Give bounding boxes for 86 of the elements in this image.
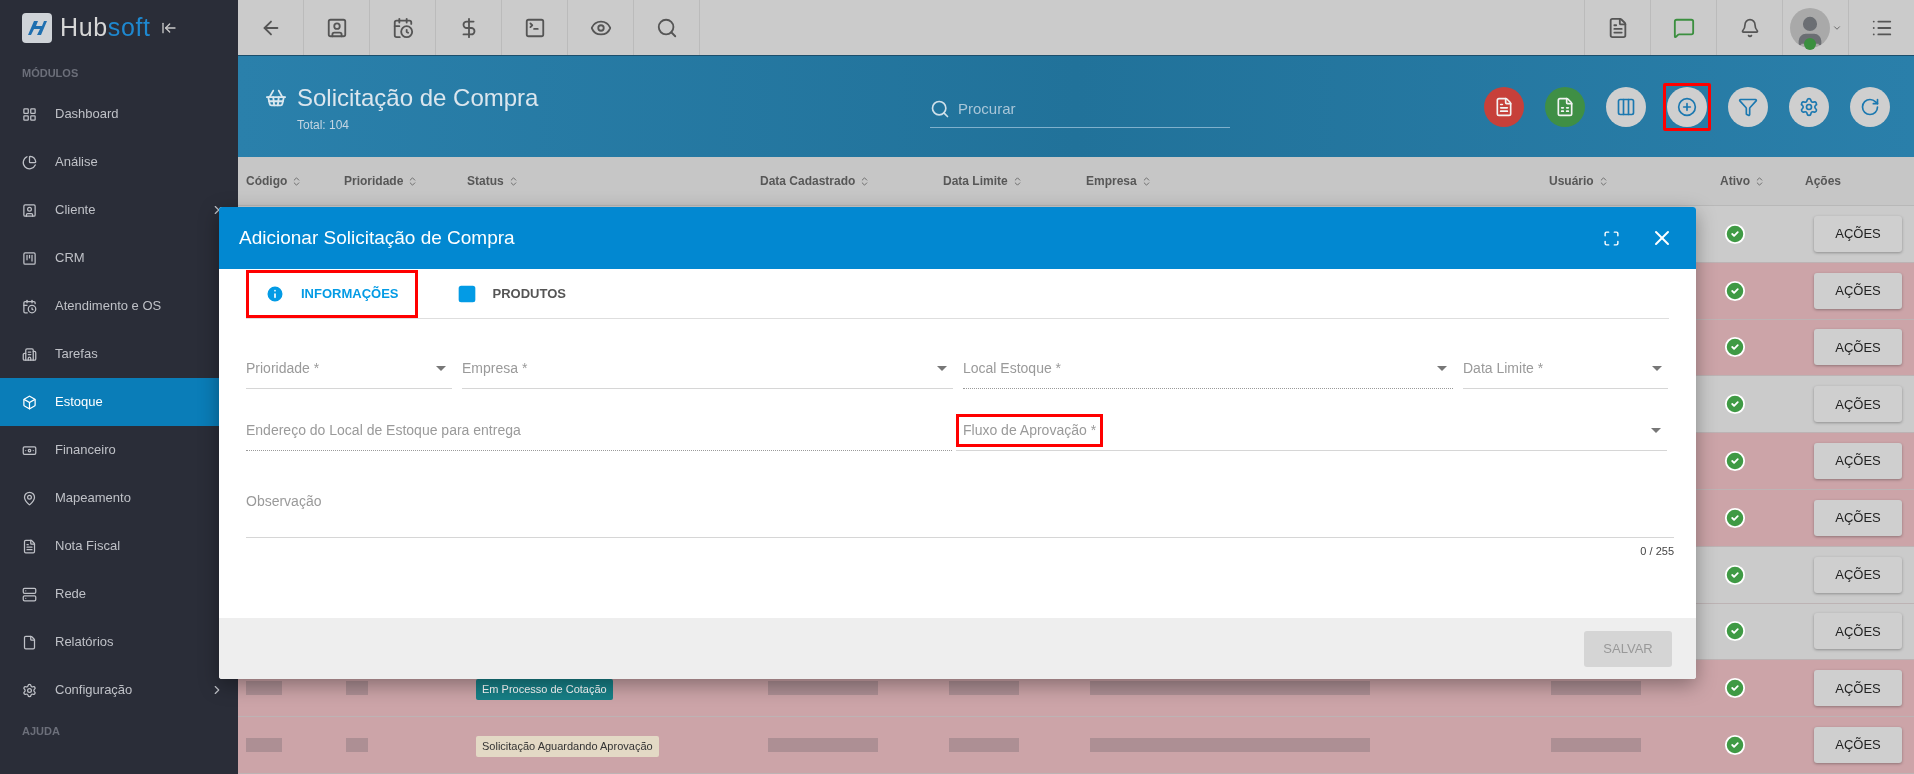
kanban-icon [22, 250, 37, 266]
search-field[interactable]: Procurar [930, 91, 1230, 128]
page-subtitle: Total: 104 [297, 116, 351, 134]
character-counter: 0 / 255 [1640, 544, 1674, 559]
actions-button[interactable]: AÇÕES [1814, 386, 1902, 423]
caret-icon [1652, 366, 1662, 371]
section-title: MÓDULOS [21, 65, 80, 81]
file-icon [22, 634, 37, 650]
sort-icon [1754, 175, 1765, 187]
sidebar-item[interactable]: Tarefas [0, 330, 238, 378]
search-input[interactable]: Procurar [958, 97, 1230, 121]
box-icon [22, 394, 37, 410]
fullscreen-icon[interactable] [1603, 229, 1620, 247]
sidebar-item[interactable]: Configuração [0, 666, 238, 714]
tab[interactable]: PRODUTOS [437, 270, 585, 318]
column-header[interactable]: Status [467, 172, 519, 190]
column-header[interactable]: Data Limite [943, 172, 1023, 190]
sidebar-item[interactable]: Atendimento e OS [0, 282, 238, 330]
contact-card-icon [22, 202, 37, 218]
terminal-icon [523, 16, 546, 39]
sidebar-item[interactable]: Mapeamento [0, 474, 238, 522]
avatar [1789, 7, 1830, 48]
status-badge: Em Processo de Cotação [476, 679, 613, 700]
sidebar-item[interactable]: Relatórios [0, 618, 238, 666]
spreadsheet-icon [1555, 96, 1575, 117]
building-icon [22, 346, 37, 362]
document-icon [22, 538, 37, 554]
pie-chart-icon [22, 154, 37, 170]
search-icon [655, 16, 678, 39]
column-header[interactable]: Ações [1805, 172, 1842, 190]
logo-text: Hubsoft [60, 12, 151, 44]
pixelated-block [346, 738, 368, 753]
actions-button[interactable]: AÇÕES [1814, 215, 1902, 252]
calendar-clock-icon [391, 16, 414, 39]
pixelated-block [346, 681, 368, 696]
actions-button[interactable]: AÇÕES [1814, 499, 1902, 536]
collapse-icon[interactable] [160, 20, 177, 36]
section-title: AJUDA [21, 723, 61, 739]
plus-circle-icon [1677, 96, 1697, 117]
dialog-title: Adicionar Solicitação de Compra [239, 225, 516, 250]
actions-button[interactable]: AÇÕES [1814, 272, 1902, 309]
document-icon [1494, 96, 1514, 117]
info-icon [265, 284, 285, 304]
sidebar-item[interactable]: CRM [0, 234, 238, 282]
column-header[interactable]: Empresa [1086, 172, 1152, 190]
caret-icon [1437, 366, 1447, 371]
actions-button[interactable]: AÇÕES [1814, 556, 1902, 593]
sidebar-item[interactable]: Rede [0, 570, 238, 618]
column-header[interactable]: Usuário [1549, 172, 1609, 190]
caret-icon [937, 366, 947, 371]
status-badge: Solicitação Aguardando Aprovação [476, 736, 659, 757]
column-header[interactable]: Código [246, 172, 303, 190]
column-header[interactable]: Data Cadastrado [760, 172, 871, 190]
bell-icon [1739, 17, 1760, 38]
sidebar-item[interactable]: Cliente [0, 186, 238, 234]
search-icon [930, 99, 950, 119]
calendar-clock-icon [22, 298, 37, 314]
pixelated-block [949, 738, 1019, 753]
settings-icon [22, 682, 37, 698]
refresh-icon [1860, 96, 1880, 117]
caret-icon [436, 366, 446, 371]
add-button[interactable] [1663, 82, 1711, 131]
sidebar-item[interactable]: Análise [0, 138, 238, 186]
column-header[interactable]: Prioridade [344, 172, 419, 190]
logo-icon [22, 13, 52, 43]
columns-icon [1616, 96, 1636, 117]
contact-card-icon [325, 16, 348, 39]
actions-button[interactable]: AÇÕES [1814, 670, 1902, 707]
filter-icon [1738, 96, 1758, 117]
sidebar-item[interactable]: Financeiro [0, 426, 238, 474]
server-icon [22, 586, 37, 602]
grid-icon [22, 106, 37, 122]
page-title: Solicitação de Compra [297, 82, 539, 113]
pixelated-block [949, 681, 1019, 696]
pixelated-block [246, 738, 282, 753]
actions-button[interactable]: AÇÕES [1814, 443, 1902, 480]
sidebar-item[interactable]: Nota Fiscal [0, 522, 238, 570]
settings-icon [1799, 96, 1819, 117]
sidebar-item[interactable]: Dashboard [0, 90, 238, 138]
actions-button[interactable]: AÇÕES [1814, 329, 1902, 366]
column-header[interactable]: Ativo [1720, 172, 1765, 190]
actions-button[interactable]: AÇÕES [1814, 727, 1902, 764]
actions-button[interactable]: AÇÕES [1814, 613, 1902, 650]
pixelated-block [246, 681, 282, 696]
square-icon [456, 284, 477, 304]
map-pin-icon [22, 490, 37, 506]
